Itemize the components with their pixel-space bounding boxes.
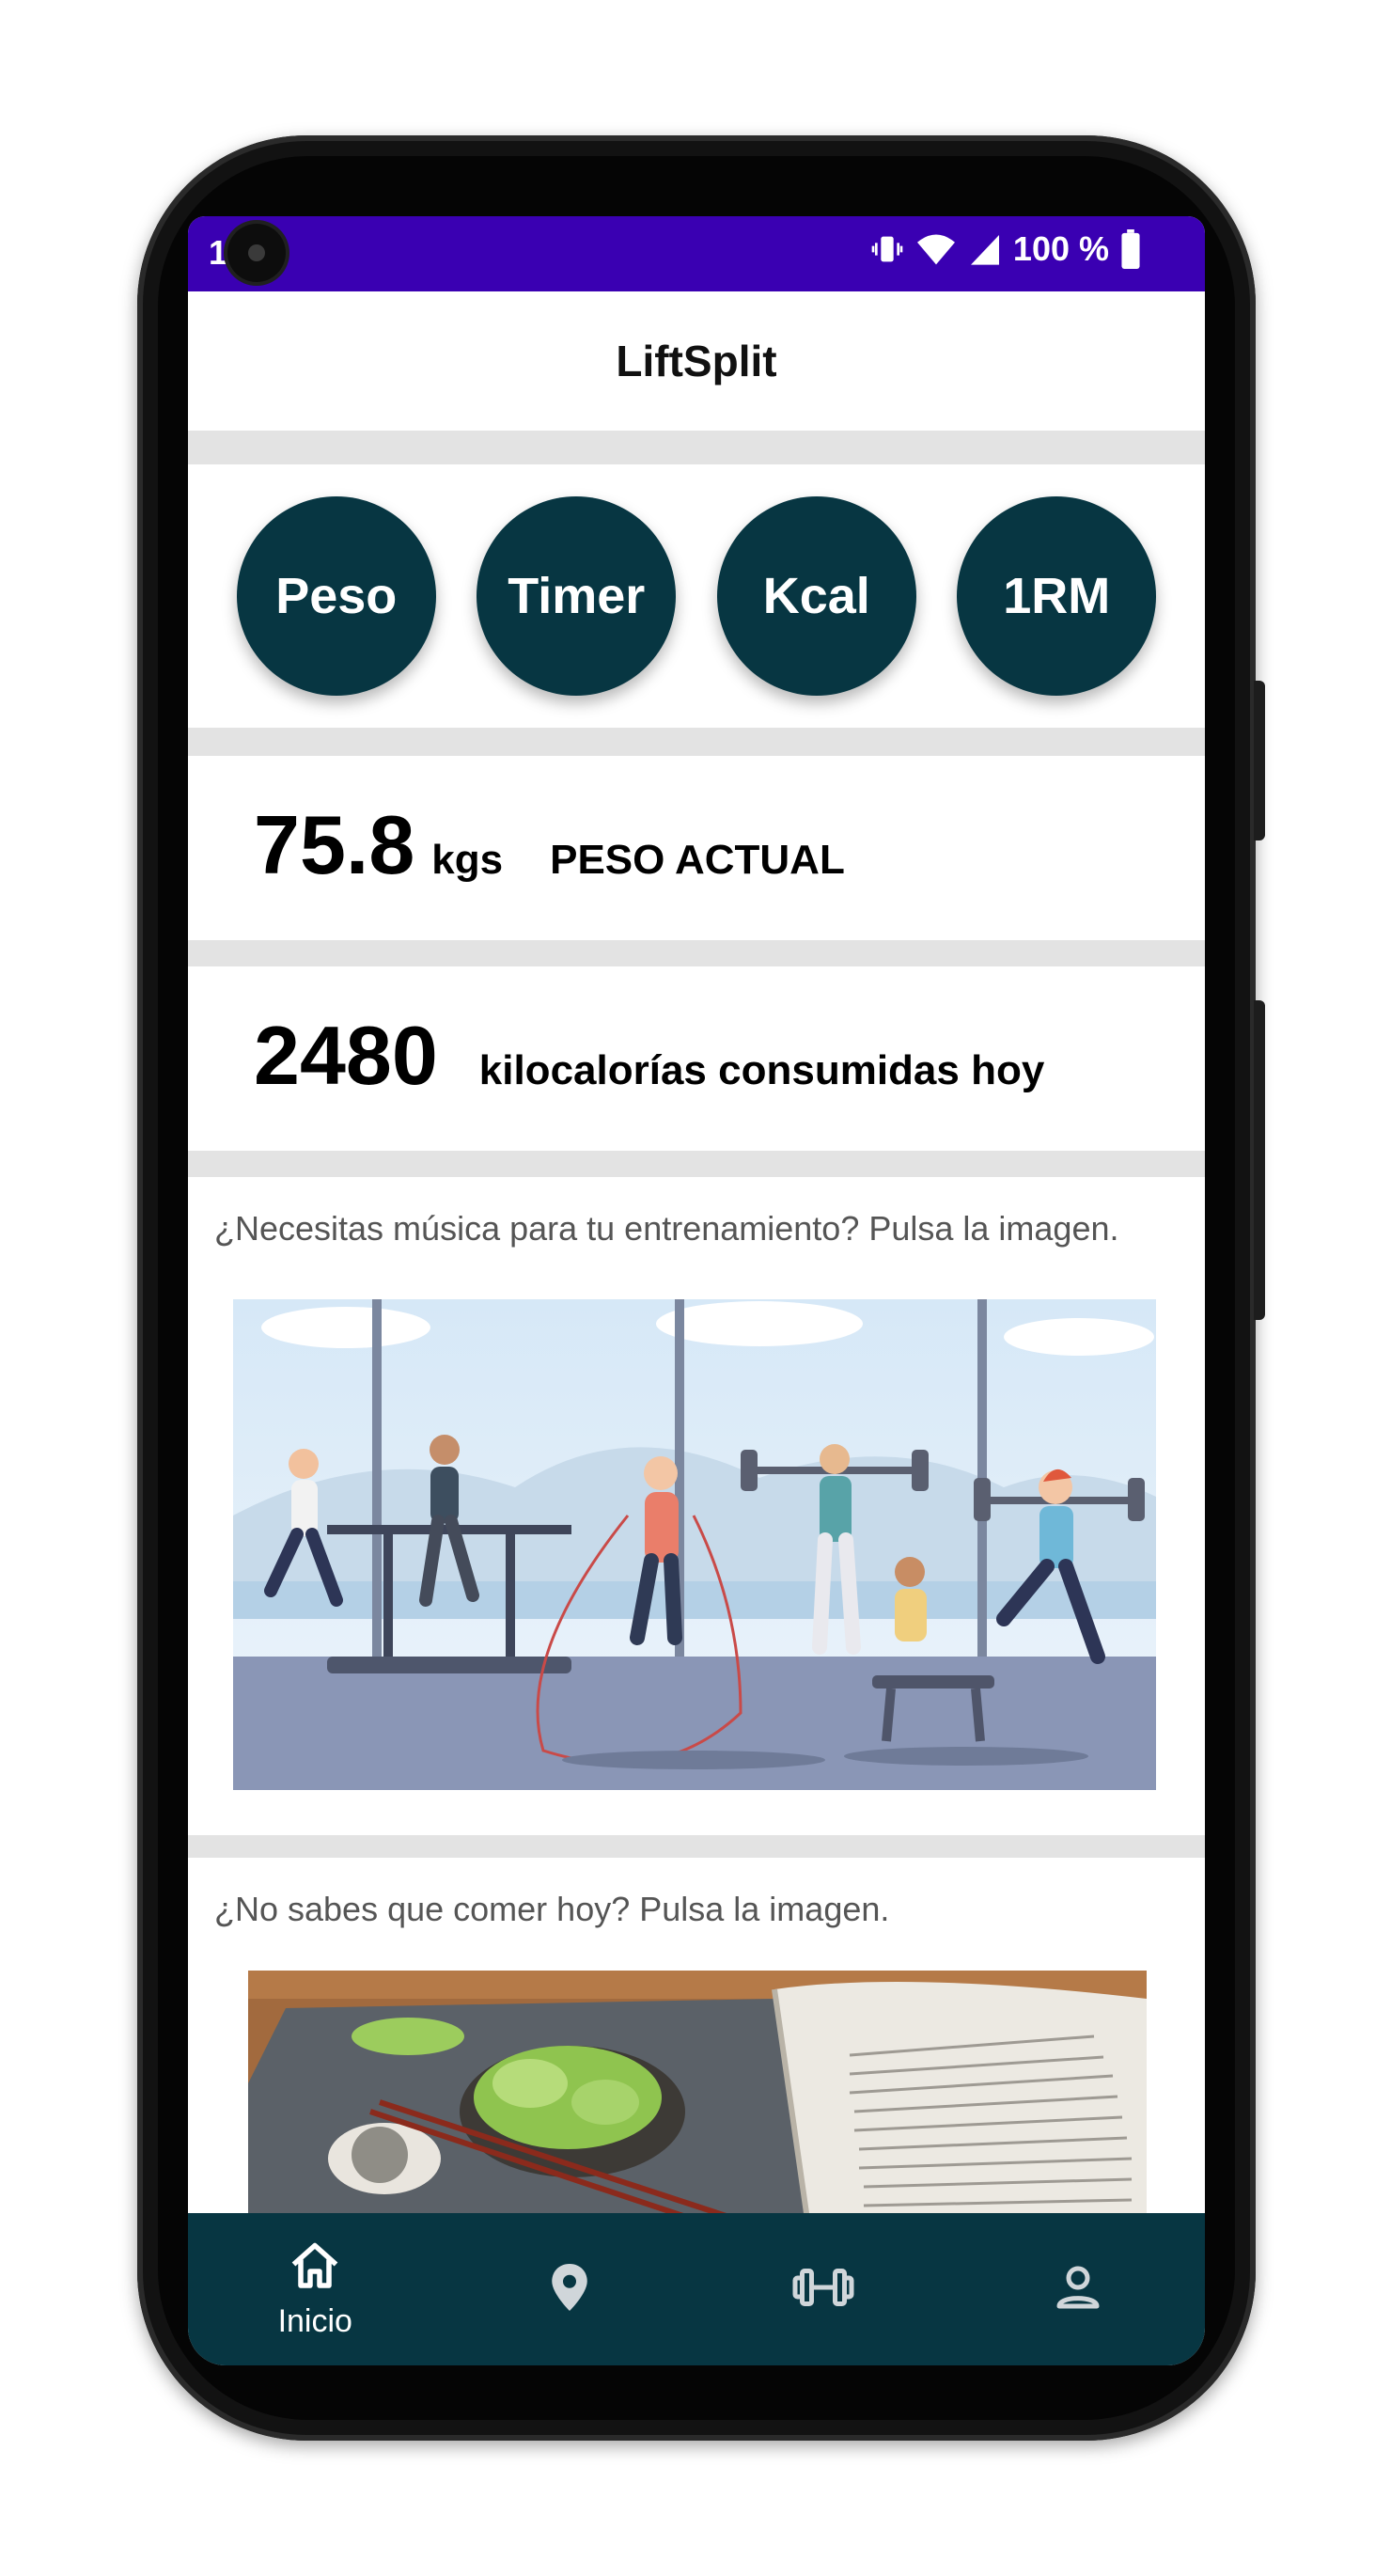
weight-label: PESO ACTUAL — [550, 837, 845, 883]
calories-line: 2480 kilocalorías consumidas hoy — [254, 1008, 1044, 1104]
dumbbell-icon — [789, 2259, 857, 2320]
nav-profile[interactable] — [984, 2223, 1172, 2355]
calories-card[interactable]: 2480 kilocalorías consumidas hoy — [188, 966, 1205, 1151]
status-bar: 1 100 % — [188, 216, 1205, 291]
app-title: LiftSplit — [616, 337, 777, 385]
music-prompt: ¿Necesitas música para tu entrenamiento?… — [214, 1209, 1119, 1248]
timer-button[interactable]: Timer — [477, 496, 677, 696]
nav-home-label: Inicio — [277, 2303, 352, 2339]
food-card: ¿No sabes que comer hoy? Pulsa la imagen… — [188, 1858, 1205, 2253]
one-rm-button[interactable]: 1RM — [957, 496, 1157, 696]
kcal-button[interactable]: Kcal — [716, 496, 916, 696]
nav-location[interactable] — [476, 2223, 664, 2355]
weight-line: 75.8 kgs PESO ACTUAL — [254, 797, 845, 893]
person-icon — [1050, 2259, 1106, 2320]
location-pin-icon — [541, 2256, 598, 2323]
battery-icon — [1118, 229, 1143, 269]
nav-workouts[interactable] — [729, 2223, 917, 2355]
food-prompt: ¿No sabes que comer hoy? Pulsa la imagen… — [214, 1890, 890, 1928]
power-button — [1254, 681, 1265, 840]
gym-illustration[interactable] — [233, 1299, 1156, 1790]
app-screen: 1 100 % LiftSplit Peso Timer Kcal 1RM 75… — [188, 216, 1205, 2365]
vibrate-icon — [868, 230, 906, 268]
peso-button[interactable]: Peso — [236, 496, 436, 696]
weight-value: 75.8 — [254, 798, 415, 891]
weight-unit: kgs — [431, 837, 504, 883]
battery-text: 100 % — [1012, 229, 1109, 268]
wifi-icon — [915, 230, 957, 268]
quick-actions-row: Peso Timer Kcal 1RM — [188, 464, 1205, 728]
nav-home[interactable]: Inicio — [221, 2223, 409, 2355]
quick-actions-card: Peso Timer Kcal 1RM — [188, 464, 1205, 728]
music-card: ¿Necesitas música para tu entrenamiento?… — [188, 1177, 1205, 1835]
status-time: 1 — [209, 233, 228, 272]
bottom-navigation: Inicio — [188, 2213, 1205, 2365]
front-camera — [227, 224, 286, 282]
home-icon — [285, 2238, 345, 2300]
status-icons: 100 % — [868, 229, 1143, 269]
recipe-book-image[interactable] — [248, 1971, 1147, 2253]
volume-button — [1254, 1000, 1265, 1320]
weight-card[interactable]: 75.8 kgs PESO ACTUAL — [188, 756, 1205, 940]
app-bar: LiftSplit — [188, 291, 1205, 431]
calories-label: kilocalorías consumidas hoy — [478, 1047, 1045, 1093]
signal-icon — [966, 230, 1004, 268]
calories-value: 2480 — [254, 1009, 438, 1102]
